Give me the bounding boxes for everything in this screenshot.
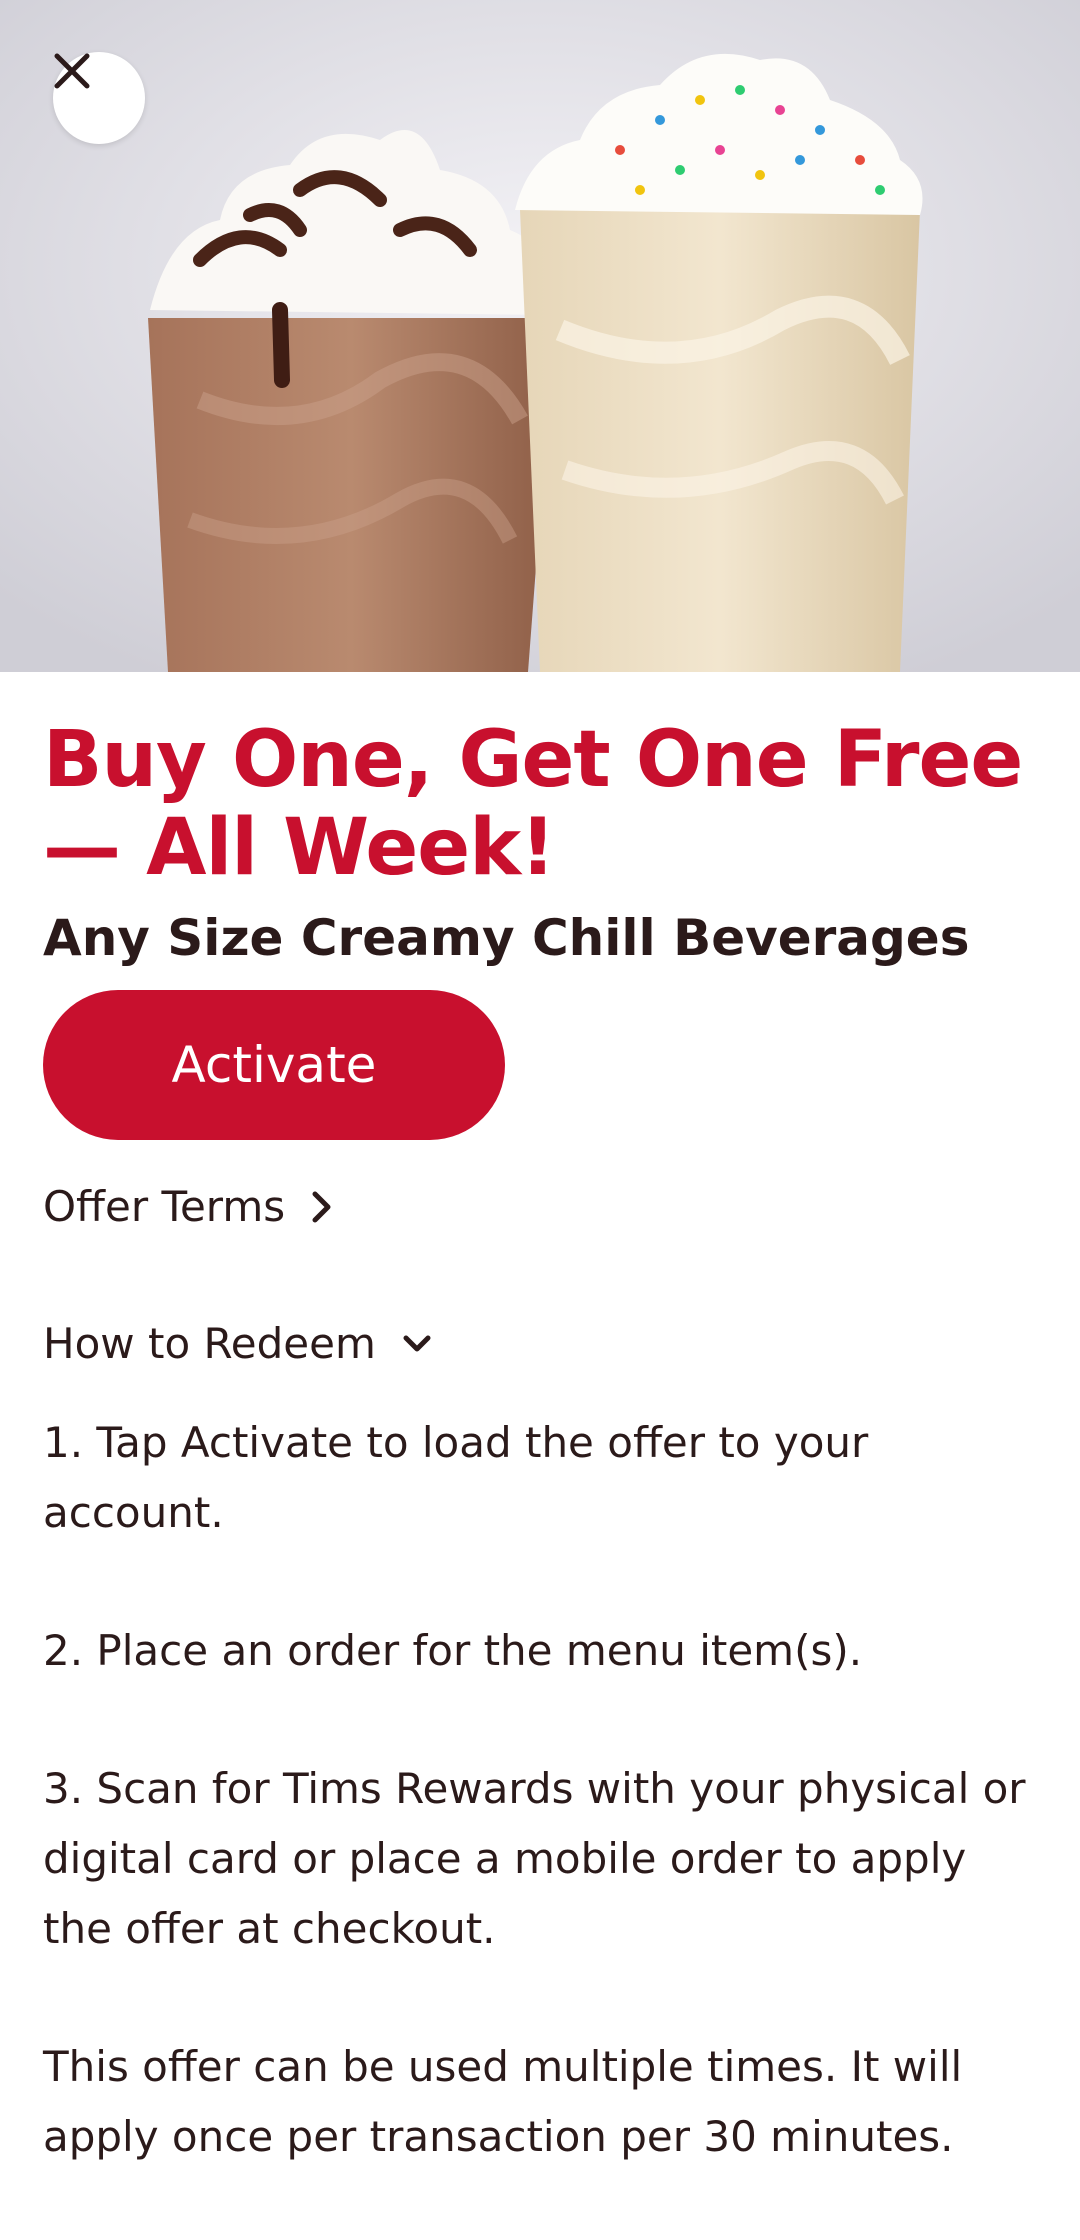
close-button[interactable] xyxy=(53,52,145,144)
activate-label: Activate xyxy=(171,1036,377,1094)
redeem-step: 2. Place an order for the menu item(s). xyxy=(43,1626,863,1675)
how-to-redeem-label: How to Redeem xyxy=(43,1319,376,1368)
chevron-right-icon xyxy=(311,1190,333,1224)
how-to-redeem-toggle[interactable]: How to Redeem xyxy=(43,1319,1043,1368)
redeem-step: 3. Scan for Tims Rewards with your physi… xyxy=(43,1764,1026,1953)
offer-terms-label: Offer Terms xyxy=(43,1182,286,1231)
chevron-down-icon xyxy=(402,1333,432,1355)
redeem-step: 1. Tap Activate to load the offer to you… xyxy=(43,1418,869,1537)
hero-image xyxy=(0,0,1080,672)
beverages-illustration xyxy=(0,0,1080,672)
offer-details: Buy One, Get One Free — All Week! Any Si… xyxy=(43,672,1043,2240)
offer-title: Buy One, Get One Free — All Week! xyxy=(43,715,1023,893)
offer-terms-link[interactable]: Offer Terms xyxy=(43,1182,1043,1231)
activate-button[interactable]: Activate xyxy=(43,990,505,1140)
redeem-note: This offer can be used multiple times. I… xyxy=(43,2042,963,2161)
redeem-steps: 1. Tap Activate to load the offer to you… xyxy=(43,1408,1043,2172)
offer-subtitle: Any Size Creamy Chill Beverages xyxy=(43,909,970,967)
